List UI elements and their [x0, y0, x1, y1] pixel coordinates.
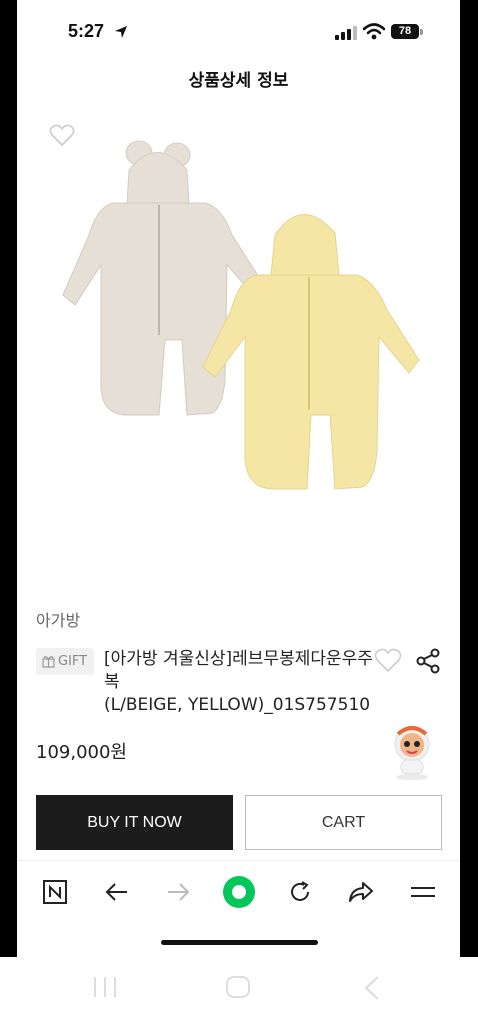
- gift-icon: [42, 656, 55, 668]
- location-arrow-icon: [115, 26, 127, 38]
- beige-snowsuit: [62, 140, 265, 416]
- android-nav-bar: [0, 957, 478, 1024]
- browser-toolbar: [17, 860, 460, 921]
- product-name-line2: 복: [104, 672, 120, 692]
- gift-badge-label: GIFT: [58, 654, 88, 669]
- share-icon[interactable]: [415, 648, 441, 674]
- product-image[interactable]: [17, 115, 460, 585]
- cellular-signal-icon: [335, 26, 357, 40]
- favorite-heart-icon[interactable]: [49, 124, 75, 148]
- cart-button[interactable]: CART: [245, 795, 442, 850]
- phone-screen: 5:27 78 상품상세 정보 아가방 GIFT [아가방 겨울신상]레브무봉제…: [17, 0, 460, 957]
- back-icon[interactable]: [362, 975, 382, 1001]
- battery-cap: [420, 29, 423, 35]
- product-price: 109,000원: [36, 742, 127, 763]
- status-time: 5:27: [68, 21, 105, 41]
- green-dot-icon[interactable]: [222, 875, 256, 909]
- buy-it-now-button[interactable]: BUY IT NOW: [36, 795, 233, 850]
- recents-icon[interactable]: [92, 975, 118, 999]
- refresh-icon[interactable]: [285, 877, 315, 907]
- home-icon[interactable]: [225, 975, 251, 999]
- product-name-line3: (L/BEIGE, YELLOW)_01S757510: [104, 695, 371, 715]
- menu-icon[interactable]: [408, 877, 438, 907]
- gift-badge: GIFT: [36, 648, 94, 675]
- page-title: 상품상세 정보: [188, 71, 289, 91]
- status-bar: 5:27 78: [17, 0, 460, 60]
- forward-arrow-icon[interactable]: [163, 877, 193, 907]
- brand-name[interactable]: 아가방: [36, 607, 80, 631]
- share-arrow-icon[interactable]: [346, 877, 376, 907]
- product-name-line1: [아가방 겨울신상]레브무봉제다운우주: [104, 649, 373, 669]
- battery-indicator: 78: [391, 24, 419, 39]
- wishlist-heart-icon[interactable]: [374, 648, 402, 674]
- product-name: [아가방 겨울신상]레브무봉제다운우주 복 (L/BEIGE, YELLOW)_…: [104, 648, 384, 717]
- home-indicator: [161, 940, 318, 945]
- mascot-chatbot-icon[interactable]: [388, 722, 436, 780]
- naver-icon[interactable]: [40, 877, 70, 907]
- wifi-icon: [363, 23, 385, 40]
- back-arrow-icon[interactable]: [102, 877, 132, 907]
